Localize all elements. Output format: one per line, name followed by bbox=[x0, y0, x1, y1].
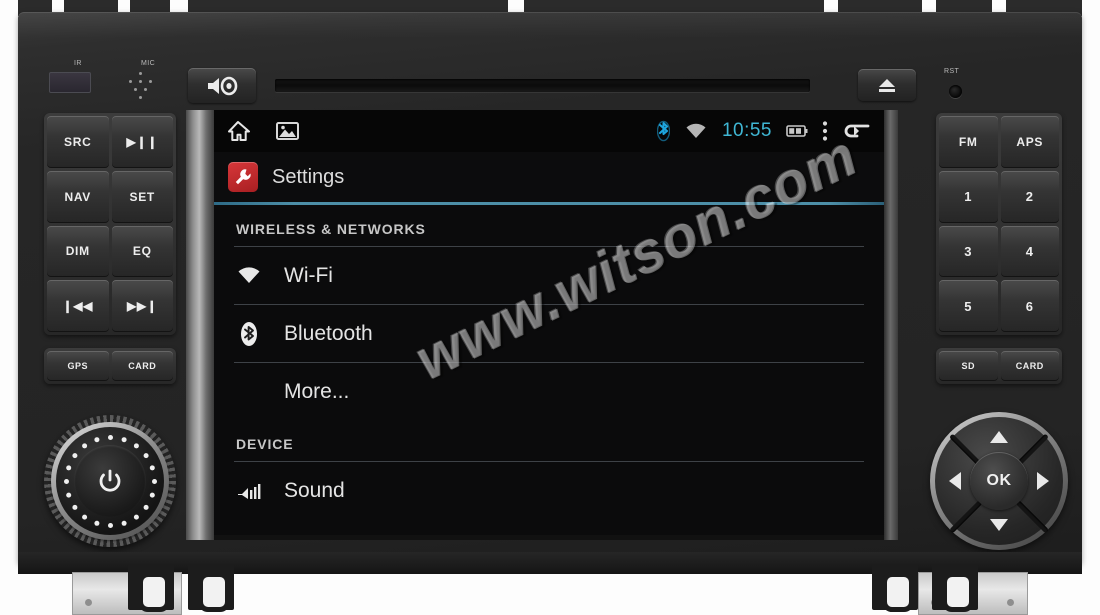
left-button-bank: SRC ▶❙❙ NAV SET DIM EQ ❙◀◀ ▶▶❙ bbox=[44, 113, 176, 335]
cd-slot[interactable] bbox=[275, 79, 810, 92]
dpad-slit bbox=[949, 500, 983, 534]
overflow-menu-icon[interactable] bbox=[822, 120, 828, 142]
list-item-bluetooth[interactable]: Bluetooth bbox=[214, 305, 884, 362]
wifi-icon bbox=[236, 266, 262, 285]
dpad-right-button[interactable] bbox=[1037, 472, 1049, 490]
mounting-clip bbox=[932, 564, 978, 612]
power-volume-knob[interactable] bbox=[44, 415, 176, 547]
button-card-left[interactable]: CARD bbox=[111, 351, 173, 381]
bezel-chrome-left bbox=[186, 110, 214, 540]
app-title-bar: Settings bbox=[214, 152, 884, 202]
navigation-dpad[interactable]: OK bbox=[930, 412, 1068, 550]
preset-button-6[interactable]: 6 bbox=[1000, 280, 1059, 332]
wifi-icon bbox=[684, 122, 708, 140]
page-title: Settings bbox=[272, 165, 345, 188]
microphone-grille bbox=[125, 72, 159, 100]
back-icon[interactable] bbox=[842, 121, 872, 141]
button-nav[interactable]: NAV bbox=[47, 170, 109, 223]
touchscreen-display[interactable]: 10:55 Settings WIRELESS & NETWORKS Wi-Fi… bbox=[214, 110, 884, 535]
mic-label: MIC bbox=[141, 60, 156, 67]
button-src[interactable]: SRC bbox=[47, 116, 109, 168]
power-button[interactable] bbox=[74, 445, 146, 517]
button-play-pause[interactable]: ▶❙❙ bbox=[111, 116, 173, 168]
gallery-icon[interactable] bbox=[276, 121, 299, 141]
bottom-rail bbox=[18, 552, 1082, 574]
preset-button-5[interactable]: 5 bbox=[939, 280, 998, 332]
dpad-down-button[interactable] bbox=[990, 519, 1008, 531]
volume-icon bbox=[236, 481, 262, 501]
preset-button-1[interactable]: 1 bbox=[939, 170, 998, 223]
preset-button-2[interactable]: 2 bbox=[1000, 170, 1059, 223]
list-item-more[interactable]: More... bbox=[214, 363, 884, 420]
button-aps[interactable]: APS bbox=[1000, 116, 1059, 168]
mute-button[interactable] bbox=[188, 68, 256, 103]
bluetooth-icon bbox=[656, 120, 670, 142]
right-bottom-button-bank: SD CARD bbox=[936, 348, 1062, 384]
button-previous[interactable]: ❙◀◀ bbox=[47, 280, 109, 332]
battery-icon bbox=[786, 124, 808, 138]
page-root: IR MIC RST SRC ▶❙❙ NAV SET DIM EQ ❙◀◀ ▶▶… bbox=[0, 0, 1100, 615]
button-set[interactable]: SET bbox=[111, 170, 173, 223]
dpad-up-button[interactable] bbox=[990, 431, 1008, 443]
list-item-sound[interactable]: Sound bbox=[214, 462, 884, 519]
preset-button-4[interactable]: 4 bbox=[1000, 225, 1059, 278]
rst-label: RST bbox=[944, 68, 960, 75]
button-eq[interactable]: EQ bbox=[111, 225, 173, 278]
list-item-label: More... bbox=[284, 379, 350, 403]
mounting-clip bbox=[188, 564, 234, 612]
dpad-ok-button[interactable]: OK bbox=[970, 452, 1028, 510]
android-status-bar: 10:55 bbox=[214, 110, 884, 152]
bezel-chrome-right bbox=[884, 110, 898, 540]
button-dim[interactable]: DIM bbox=[47, 225, 109, 278]
dpad-face: OK bbox=[935, 417, 1063, 545]
button-card-right[interactable]: CARD bbox=[1000, 351, 1059, 381]
eject-icon bbox=[879, 78, 895, 92]
list-item-wifi[interactable]: Wi-Fi bbox=[214, 247, 884, 304]
status-bar-clock: 10:55 bbox=[721, 120, 772, 141]
settings-wrench-icon bbox=[228, 162, 258, 192]
list-item-label: Wi-Fi bbox=[284, 263, 333, 287]
settings-list[interactable]: WIRELESS & NETWORKS Wi-Fi Bluetooth More… bbox=[214, 205, 884, 519]
button-sd[interactable]: SD bbox=[939, 351, 998, 381]
mounting-clip bbox=[872, 564, 918, 612]
button-gps[interactable]: GPS bbox=[47, 351, 109, 381]
reset-pinhole[interactable] bbox=[949, 85, 962, 98]
dpad-slit bbox=[1015, 500, 1049, 534]
power-icon bbox=[97, 468, 123, 494]
section-header-wireless: WIRELESS & NETWORKS bbox=[236, 221, 426, 237]
eject-button[interactable] bbox=[858, 69, 916, 101]
ir-label: IR bbox=[74, 60, 82, 67]
button-next[interactable]: ▶▶❙ bbox=[111, 280, 173, 332]
left-bottom-button-bank: GPS CARD bbox=[44, 348, 176, 384]
home-icon[interactable] bbox=[226, 120, 250, 142]
ir-sensor bbox=[49, 72, 91, 93]
bluetooth-icon bbox=[236, 321, 262, 347]
preset-button-3[interactable]: 3 bbox=[939, 225, 998, 278]
list-item-label: Sound bbox=[284, 478, 345, 502]
speaker-mute-icon bbox=[205, 76, 239, 96]
list-item-label: Bluetooth bbox=[284, 321, 373, 345]
dpad-left-button[interactable] bbox=[949, 472, 961, 490]
right-button-bank: FM APS 1 2 3 4 5 6 bbox=[936, 113, 1062, 335]
button-fm[interactable]: FM bbox=[939, 116, 998, 168]
section-header-device: DEVICE bbox=[236, 436, 294, 452]
mounting-clip bbox=[128, 564, 174, 612]
